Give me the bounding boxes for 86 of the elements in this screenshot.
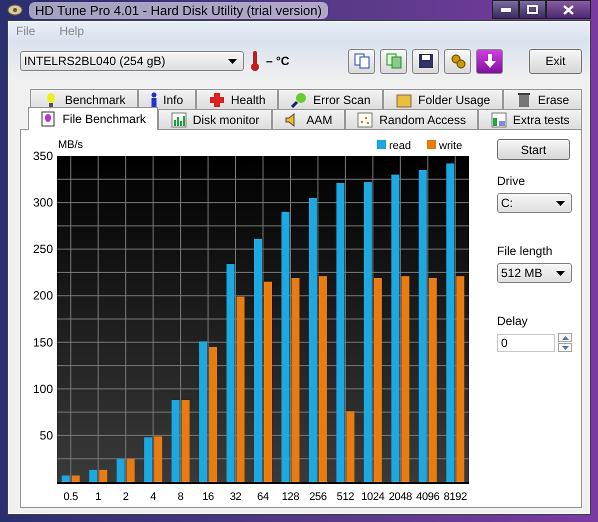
x-tick-label: 8192 xyxy=(444,491,467,503)
x-tick-label: 2048 xyxy=(388,491,412,503)
download-button[interactable] xyxy=(476,48,503,74)
disk-icon xyxy=(7,3,23,17)
doc-icon xyxy=(40,111,56,127)
down-arrow-icon xyxy=(482,53,498,69)
options-button[interactable] xyxy=(444,48,471,74)
bar xyxy=(154,436,162,482)
bar xyxy=(116,458,125,482)
x-tick-label: 16 xyxy=(202,491,214,503)
tab[interactable]: Extra tests xyxy=(478,109,582,129)
x-tick-label: 2 xyxy=(122,491,129,503)
y-tick-label: 350 xyxy=(32,149,53,163)
temperature-value: – °C xyxy=(266,54,290,68)
maximize-button[interactable] xyxy=(519,0,546,19)
y-tick-label: 50 xyxy=(40,428,53,442)
y-axis-label: MB/s xyxy=(58,139,84,151)
legend-item: read xyxy=(377,140,412,152)
folder-icon xyxy=(396,92,412,108)
x-tick-label: 1 xyxy=(95,491,102,503)
x-tick-label: 64 xyxy=(257,491,269,503)
delay-label: Delay xyxy=(497,314,528,328)
close-icon xyxy=(563,4,574,14)
tab[interactable]: Random Access xyxy=(344,109,478,129)
x-tick-label: 128 xyxy=(282,491,300,503)
close-button[interactable] xyxy=(546,0,591,19)
gears-icon xyxy=(450,53,466,69)
thermometer-icon xyxy=(250,50,260,72)
minimize-button[interactable] xyxy=(492,0,519,19)
legend-item: write xyxy=(427,140,462,152)
spin-up-button[interactable] xyxy=(558,333,572,342)
down-arrow-icon xyxy=(562,346,568,350)
bar xyxy=(126,458,135,482)
x-tick-label: 4096 xyxy=(416,491,440,503)
file-length-select[interactable]: 512 MB xyxy=(497,263,572,283)
tab[interactable]: File Benchmark xyxy=(28,107,158,130)
tab[interactable]: Error Scan xyxy=(278,89,384,109)
maximize-icon xyxy=(527,5,538,14)
x-tick-label: 0.5 xyxy=(64,491,78,503)
copy-button[interactable] xyxy=(348,48,375,74)
bar xyxy=(99,470,108,482)
x-tick-label: 256 xyxy=(309,491,327,503)
dropdown-arrow-icon xyxy=(228,58,237,64)
x-tick-label: 32 xyxy=(230,491,242,503)
x-tick-label: 4 xyxy=(150,491,156,503)
minimize-icon xyxy=(500,8,510,12)
tab[interactable]: Folder Usage xyxy=(383,89,504,109)
magnifier-icon xyxy=(291,92,308,108)
drive-select[interactable]: C: xyxy=(497,193,572,213)
documents-icon xyxy=(386,53,402,69)
exit-button[interactable]: Exit xyxy=(529,48,582,74)
dropdown-arrow-icon xyxy=(556,200,565,206)
x-tick-label: 1024 xyxy=(361,491,384,503)
cross-icon xyxy=(208,92,225,108)
dropdown-arrow-icon xyxy=(556,270,565,276)
documents-icon xyxy=(354,53,370,69)
bar xyxy=(89,470,98,482)
y-tick-label: 250 xyxy=(32,242,53,256)
x-tick-label: 512 xyxy=(336,491,354,503)
tab[interactable]: Health xyxy=(196,89,278,109)
spin-down-button[interactable] xyxy=(558,343,572,352)
tab[interactable]: Info xyxy=(138,89,196,109)
y-tick-label: 100 xyxy=(32,382,53,396)
y-tick-label: 200 xyxy=(32,288,53,303)
tab[interactable]: AAM xyxy=(272,109,345,129)
tab[interactable]: Disk monitor xyxy=(158,109,272,129)
drive-select[interactable]: INTELRS2BL040 (254 gB) xyxy=(20,51,244,71)
legend-label: write xyxy=(438,140,462,152)
delay-field[interactable]: 0 xyxy=(497,334,555,352)
tab[interactable]: Benchmark xyxy=(30,89,138,109)
copy-all-button[interactable] xyxy=(380,48,407,74)
bin-icon xyxy=(516,92,532,108)
file-length-label: File length xyxy=(497,244,552,258)
up-arrow-icon xyxy=(562,336,568,340)
y-tick-label: 300 xyxy=(32,196,53,210)
legend-label: read xyxy=(389,140,412,152)
window-title: HD Tune Pro 4.01 - Hard Disk Utility (trial version) xyxy=(29,2,328,18)
start-button[interactable]: Start xyxy=(497,139,570,160)
info-icon xyxy=(151,92,158,108)
tab[interactable]: Erase xyxy=(503,89,582,109)
bar xyxy=(144,437,152,482)
drive-label: Drive xyxy=(497,174,526,188)
y-tick-label: 150 xyxy=(32,335,53,350)
dots-icon xyxy=(357,112,374,128)
save-button[interactable] xyxy=(412,48,439,74)
x-tick-label: 8 xyxy=(178,491,184,503)
